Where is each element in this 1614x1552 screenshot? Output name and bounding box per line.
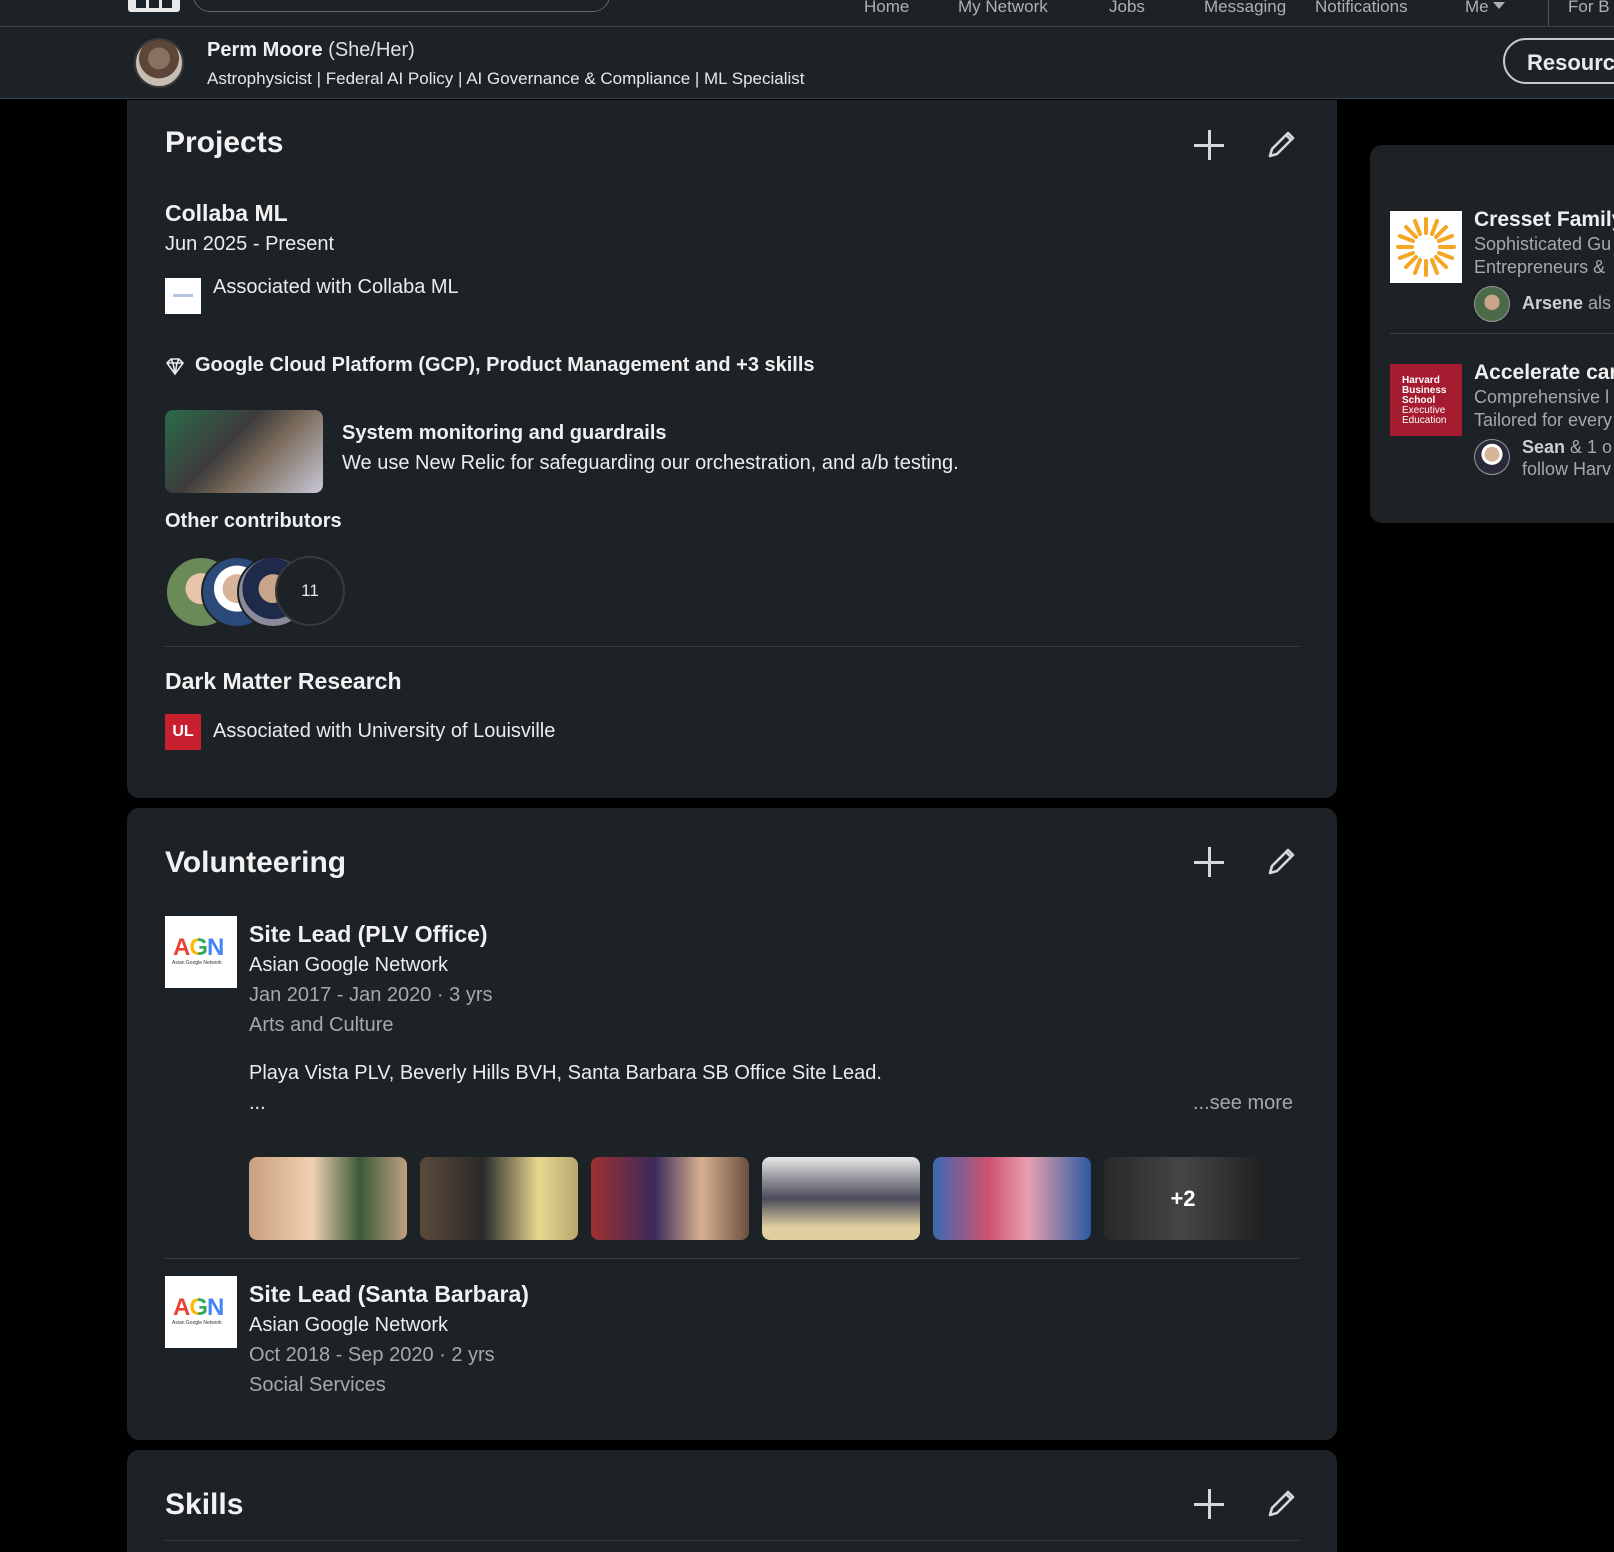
harvard-business-school-logo[interactable]: Harvard Business School Executive Educat… bbox=[1390, 364, 1462, 436]
project-name[interactable]: Dark Matter Research bbox=[165, 668, 402, 695]
add-skill-button[interactable] bbox=[1189, 1484, 1229, 1524]
volunteer-org: Asian Google Network bbox=[249, 954, 448, 976]
avatar[interactable] bbox=[134, 38, 184, 88]
agn-logo-text: AGN bbox=[173, 1294, 224, 1321]
profile-headline: Astrophysicist | Federal AI Policy | AI … bbox=[207, 69, 805, 88]
profile-pronouns: (She/Her) bbox=[328, 39, 415, 61]
nav-home[interactable]: Home bbox=[864, 0, 909, 17]
me-caret-icon bbox=[1492, 2, 1505, 9]
global-nav: Home My Network Jobs Messaging Notificat… bbox=[0, 0, 1614, 27]
project-dates: Jun 2025 - Present bbox=[165, 233, 334, 255]
section-title: Skills bbox=[165, 1488, 244, 1521]
nav-my-network[interactable]: My Network bbox=[958, 0, 1048, 17]
volunteer-photo[interactable] bbox=[420, 1157, 578, 1240]
divider bbox=[165, 1258, 1299, 1259]
volunteering-section: Volunteering AGN Asian Google Network Si… bbox=[127, 808, 1337, 1440]
sticky-profile-header: Perm Moore (She/Her) Astrophysicist | Fe… bbox=[0, 27, 1614, 99]
agn-logo-subtitle: Asian Google Network bbox=[172, 960, 222, 966]
social-rest: & 1 o bbox=[1565, 437, 1613, 457]
media-title[interactable]: System monitoring and guardrails bbox=[342, 422, 667, 445]
volunteer-role[interactable]: Site Lead (Santa Barbara) bbox=[249, 1281, 529, 1308]
hbs-logo-line: Education bbox=[1402, 415, 1447, 426]
social-name: Sean bbox=[1522, 437, 1566, 457]
volunteer-role[interactable]: Site Lead (PLV Office) bbox=[249, 921, 488, 948]
avatar bbox=[1474, 286, 1510, 322]
agn-logo-text: AGN bbox=[173, 934, 224, 961]
volunteer-photo-more[interactable]: +2 bbox=[1104, 1157, 1262, 1240]
nav-me[interactable]: Me bbox=[1465, 0, 1505, 17]
nav-divider bbox=[1548, 0, 1549, 26]
see-more-link[interactable]: ...see more bbox=[1193, 1092, 1293, 1115]
promo-line: Tailored for every bbox=[1474, 410, 1613, 430]
description-ellipsis: ... bbox=[249, 1092, 266, 1114]
cresset-logo[interactable] bbox=[1390, 211, 1462, 283]
volunteer-org: Asian Google Network bbox=[249, 1314, 448, 1336]
volunteer-cause: Social Services bbox=[249, 1374, 386, 1396]
add-volunteering-button[interactable] bbox=[1189, 842, 1229, 882]
social-name: Arsene bbox=[1522, 293, 1584, 313]
nav-jobs[interactable]: Jobs bbox=[1109, 0, 1145, 17]
collaba-logo[interactable] bbox=[165, 278, 201, 314]
promo-social-proof-line2: follow Harv bbox=[1522, 459, 1612, 479]
pencil-icon[interactable] bbox=[1261, 125, 1301, 165]
projects-section: Projects Collaba ML Jun 2025 - Present A… bbox=[127, 100, 1337, 798]
add-project-button[interactable] bbox=[1189, 125, 1229, 165]
volunteer-cause: Arts and Culture bbox=[249, 1014, 394, 1036]
media-description: We use New Relic for safeguarding our or… bbox=[342, 452, 959, 474]
promo-line: Entrepreneurs & bbox=[1474, 257, 1606, 277]
project-name[interactable]: Collaba ML bbox=[165, 200, 288, 227]
promo-line: Sophisticated Gu bbox=[1474, 234, 1612, 254]
volunteer-photo[interactable] bbox=[591, 1157, 749, 1240]
volunteer-dates: Jan 2017 - Jan 2020 · 3 yrs bbox=[249, 984, 493, 1006]
nav-me-label: Me bbox=[1465, 0, 1489, 16]
profile-name-text: Perm Moore bbox=[207, 39, 323, 61]
project-media-thumbnail[interactable] bbox=[165, 410, 323, 493]
project-association: Associated with Collaba ML bbox=[213, 276, 459, 298]
pencil-icon[interactable] bbox=[1261, 842, 1301, 882]
divider bbox=[165, 646, 1299, 647]
section-title: Volunteering bbox=[165, 846, 347, 879]
nav-messaging[interactable]: Messaging bbox=[1204, 0, 1286, 17]
divider bbox=[165, 1540, 1299, 1541]
agn-logo[interactable]: AGN Asian Google Network bbox=[165, 1276, 237, 1348]
volunteer-description: Playa Vista PLV, Beverly Hills BVH, Sant… bbox=[249, 1062, 882, 1084]
pencil-icon[interactable] bbox=[1261, 1484, 1301, 1524]
linkedin-logo[interactable] bbox=[128, 0, 180, 12]
skills-section: Skills bbox=[127, 1450, 1337, 1552]
skill-gem-icon bbox=[165, 358, 185, 376]
volunteer-photo[interactable] bbox=[933, 1157, 1091, 1240]
other-contributors-label: Other contributors bbox=[165, 510, 342, 532]
avatar bbox=[1474, 439, 1510, 475]
promoted-rail: Cresset Family Sophisticated Gu Entrepre… bbox=[1370, 145, 1614, 523]
social-rest: als bbox=[1583, 293, 1612, 313]
contributors-count[interactable]: 11 bbox=[275, 556, 345, 626]
project-association: Associated with University of Louisville bbox=[213, 720, 556, 742]
promo-social-proof: Sean & 1 o bbox=[1522, 437, 1612, 458]
volunteer-photo[interactable] bbox=[762, 1157, 920, 1240]
volunteer-photo[interactable] bbox=[249, 1157, 407, 1240]
search-input[interactable] bbox=[193, 0, 610, 12]
project-skills[interactable]: Google Cloud Platform (GCP), Product Man… bbox=[195, 354, 815, 377]
volunteer-dates: Oct 2018 - Sep 2020 · 2 yrs bbox=[249, 1344, 495, 1366]
university-of-louisville-logo[interactable]: UL bbox=[165, 714, 201, 750]
divider bbox=[1390, 333, 1614, 334]
nav-notifications[interactable]: Notifications bbox=[1315, 0, 1408, 17]
more-photos-count: +2 bbox=[1104, 1157, 1262, 1240]
resources-button[interactable]: Resourc bbox=[1503, 38, 1614, 84]
nav-for-business[interactable]: For B bbox=[1568, 0, 1610, 17]
promo-social-proof: Arsene als bbox=[1522, 293, 1611, 314]
promo-line: Comprehensive l bbox=[1474, 387, 1610, 407]
promo-title[interactable]: Cresset Family bbox=[1474, 208, 1614, 232]
agn-logo-subtitle: Asian Google Network bbox=[172, 1320, 222, 1326]
promo-title[interactable]: Accelerate car bbox=[1474, 361, 1614, 385]
agn-logo[interactable]: AGN Asian Google Network bbox=[165, 916, 237, 988]
profile-name: Perm Moore (She/Her) bbox=[207, 39, 415, 62]
section-title: Projects bbox=[165, 126, 284, 159]
